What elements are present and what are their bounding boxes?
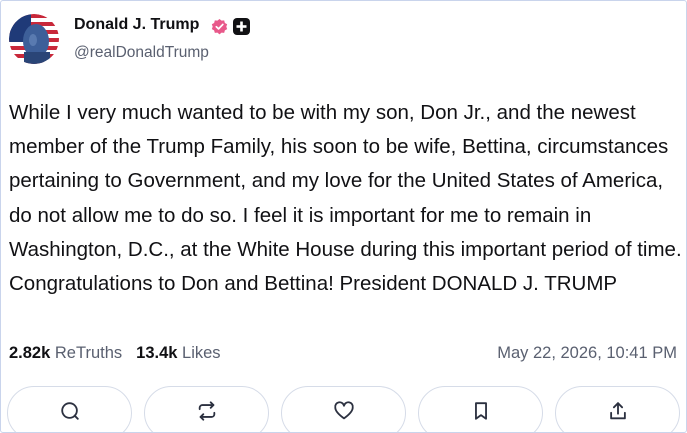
likes-count: 13.4k xyxy=(136,344,178,362)
retruths-count: 2.82k xyxy=(9,344,51,362)
post-timestamp[interactable]: May 22, 2026, 10:41 PM xyxy=(497,344,677,363)
post-card: Donald J. Trump @realDonaldTrump While I… xyxy=(0,0,687,433)
share-button[interactable] xyxy=(555,386,680,432)
plus-member-icon xyxy=(233,18,250,35)
retruth-button[interactable] xyxy=(144,386,269,432)
retruths-label: ReTruths xyxy=(54,344,123,362)
bookmark-icon xyxy=(474,402,487,420)
author-name[interactable]: Donald J. Trump xyxy=(74,16,199,34)
reply-icon xyxy=(60,402,79,420)
like-button[interactable] xyxy=(281,386,406,432)
avatar[interactable] xyxy=(9,14,59,64)
retruths-stat[interactable]: 2.82k ReTruths xyxy=(9,344,122,362)
verified-badge-icon xyxy=(211,18,228,35)
author-handle[interactable]: @realDonaldTrump xyxy=(74,44,209,62)
likes-label: Likes xyxy=(182,344,221,362)
post-stats: 2.82k ReTruths 13.4k Likes xyxy=(9,344,221,363)
avatar-image xyxy=(9,14,59,64)
retruth-icon xyxy=(198,401,215,421)
likes-stat[interactable]: 13.4k Likes xyxy=(136,344,220,362)
like-heart-icon xyxy=(333,401,354,420)
post-text: While I very much wanted to be with my s… xyxy=(9,101,682,296)
bookmark-button[interactable] xyxy=(418,386,543,432)
reply-button[interactable] xyxy=(7,386,132,432)
share-icon xyxy=(609,402,626,420)
